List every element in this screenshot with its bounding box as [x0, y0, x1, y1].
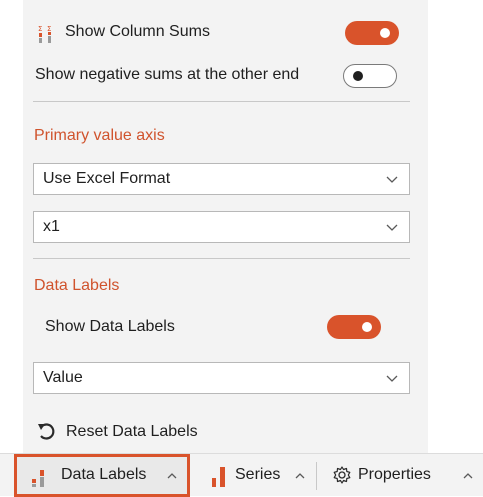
axis-format-value: Use Excel Format: [43, 170, 171, 187]
divider: [33, 258, 410, 259]
tab-series[interactable]: Series: [200, 454, 310, 497]
tab-properties-label: Properties: [358, 466, 431, 483]
tab-separator: [316, 462, 317, 490]
toggle-knob: [353, 71, 363, 81]
primary-axis-title: Primary value axis: [34, 127, 165, 144]
negative-sums-toggle[interactable]: [343, 64, 397, 88]
data-labels-title: Data Labels: [34, 277, 120, 294]
bottom-tab-bar: Data Labels Series Properties: [0, 453, 483, 497]
gear-icon: [333, 466, 351, 484]
data-label-content-value: Value: [43, 369, 83, 386]
tab-series-label: Series: [235, 466, 281, 483]
reset-icon: [38, 423, 55, 440]
tab-data-labels[interactable]: Data Labels: [14, 454, 190, 497]
chevron-down-icon: [386, 375, 398, 382]
chevron-up-icon: [295, 473, 305, 479]
toggle-knob: [380, 28, 390, 38]
axis-scale-value: x1: [43, 218, 60, 235]
chevron-down-icon: [386, 224, 398, 231]
divider: [33, 101, 410, 102]
reset-data-labels-button[interactable]: Reset Data Labels: [23, 418, 428, 444]
data-label-content-select[interactable]: Value: [33, 362, 410, 394]
chevron-down-icon: [386, 176, 398, 183]
negative-sums-row: Show negative sums at the other end: [23, 61, 428, 89]
axis-format-select[interactable]: Use Excel Format: [33, 163, 410, 195]
data-labels-icon: [32, 470, 44, 487]
svg-text:Σ: Σ: [47, 25, 51, 33]
series-bar-icon: [212, 467, 225, 487]
chevron-up-icon: [463, 473, 473, 479]
column-sums-toggle[interactable]: [345, 21, 399, 45]
column-sums-label: Show Column Sums: [65, 23, 210, 40]
properties-panel: Σ Σ Show Column Sums Show negative sums …: [23, 0, 428, 453]
reset-data-labels-label: Reset Data Labels: [66, 423, 198, 440]
toggle-knob: [362, 322, 372, 332]
svg-text:Σ: Σ: [38, 25, 42, 33]
tab-properties[interactable]: Properties: [322, 454, 482, 497]
show-data-labels-row: Show Data Labels: [23, 313, 428, 341]
tab-data-labels-label: Data Labels: [61, 466, 147, 483]
axis-scale-select[interactable]: x1: [33, 211, 410, 243]
column-sums-icon: Σ Σ: [37, 24, 55, 44]
show-data-labels-toggle[interactable]: [327, 315, 381, 339]
negative-sums-label: Show negative sums at the other end: [35, 66, 300, 83]
show-data-labels-label: Show Data Labels: [45, 318, 175, 335]
column-sums-row: Σ Σ Show Column Sums: [23, 19, 428, 47]
chevron-up-icon: [167, 473, 177, 479]
